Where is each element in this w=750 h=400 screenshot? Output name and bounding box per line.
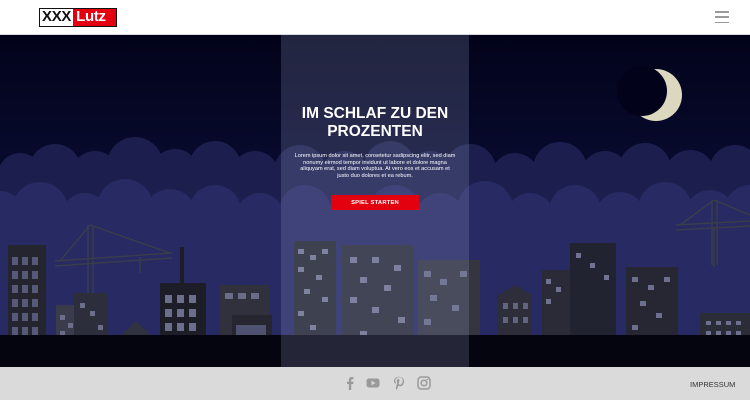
menu-line	[715, 11, 729, 13]
menu-line	[715, 16, 729, 18]
logo-part-xxx: XXX	[40, 8, 74, 26]
youtube-icon[interactable]	[366, 376, 380, 390]
menu-line	[715, 21, 729, 23]
hero-title: IM SCHLAF ZU DEN PROZENTEN	[301, 105, 449, 140]
header: XXX Lutz	[0, 0, 750, 35]
logo-part-lutz: Lutz	[73, 9, 116, 26]
impressum-link[interactable]: IMPRESSUM	[690, 380, 735, 389]
instagram-icon[interactable]	[417, 376, 431, 390]
pinterest-icon[interactable]	[392, 376, 406, 390]
facebook-icon[interactable]	[343, 376, 357, 390]
footer: IMPRESSUM	[0, 367, 750, 400]
hero-description: Lorem ipsum dolor sit amet, consetetur s…	[294, 153, 456, 180]
start-game-button[interactable]: SPIEL STARTEN	[331, 195, 419, 210]
xxxlutz-logo[interactable]: XXX Lutz	[39, 8, 117, 27]
hamburger-menu-icon[interactable]	[715, 11, 729, 23]
